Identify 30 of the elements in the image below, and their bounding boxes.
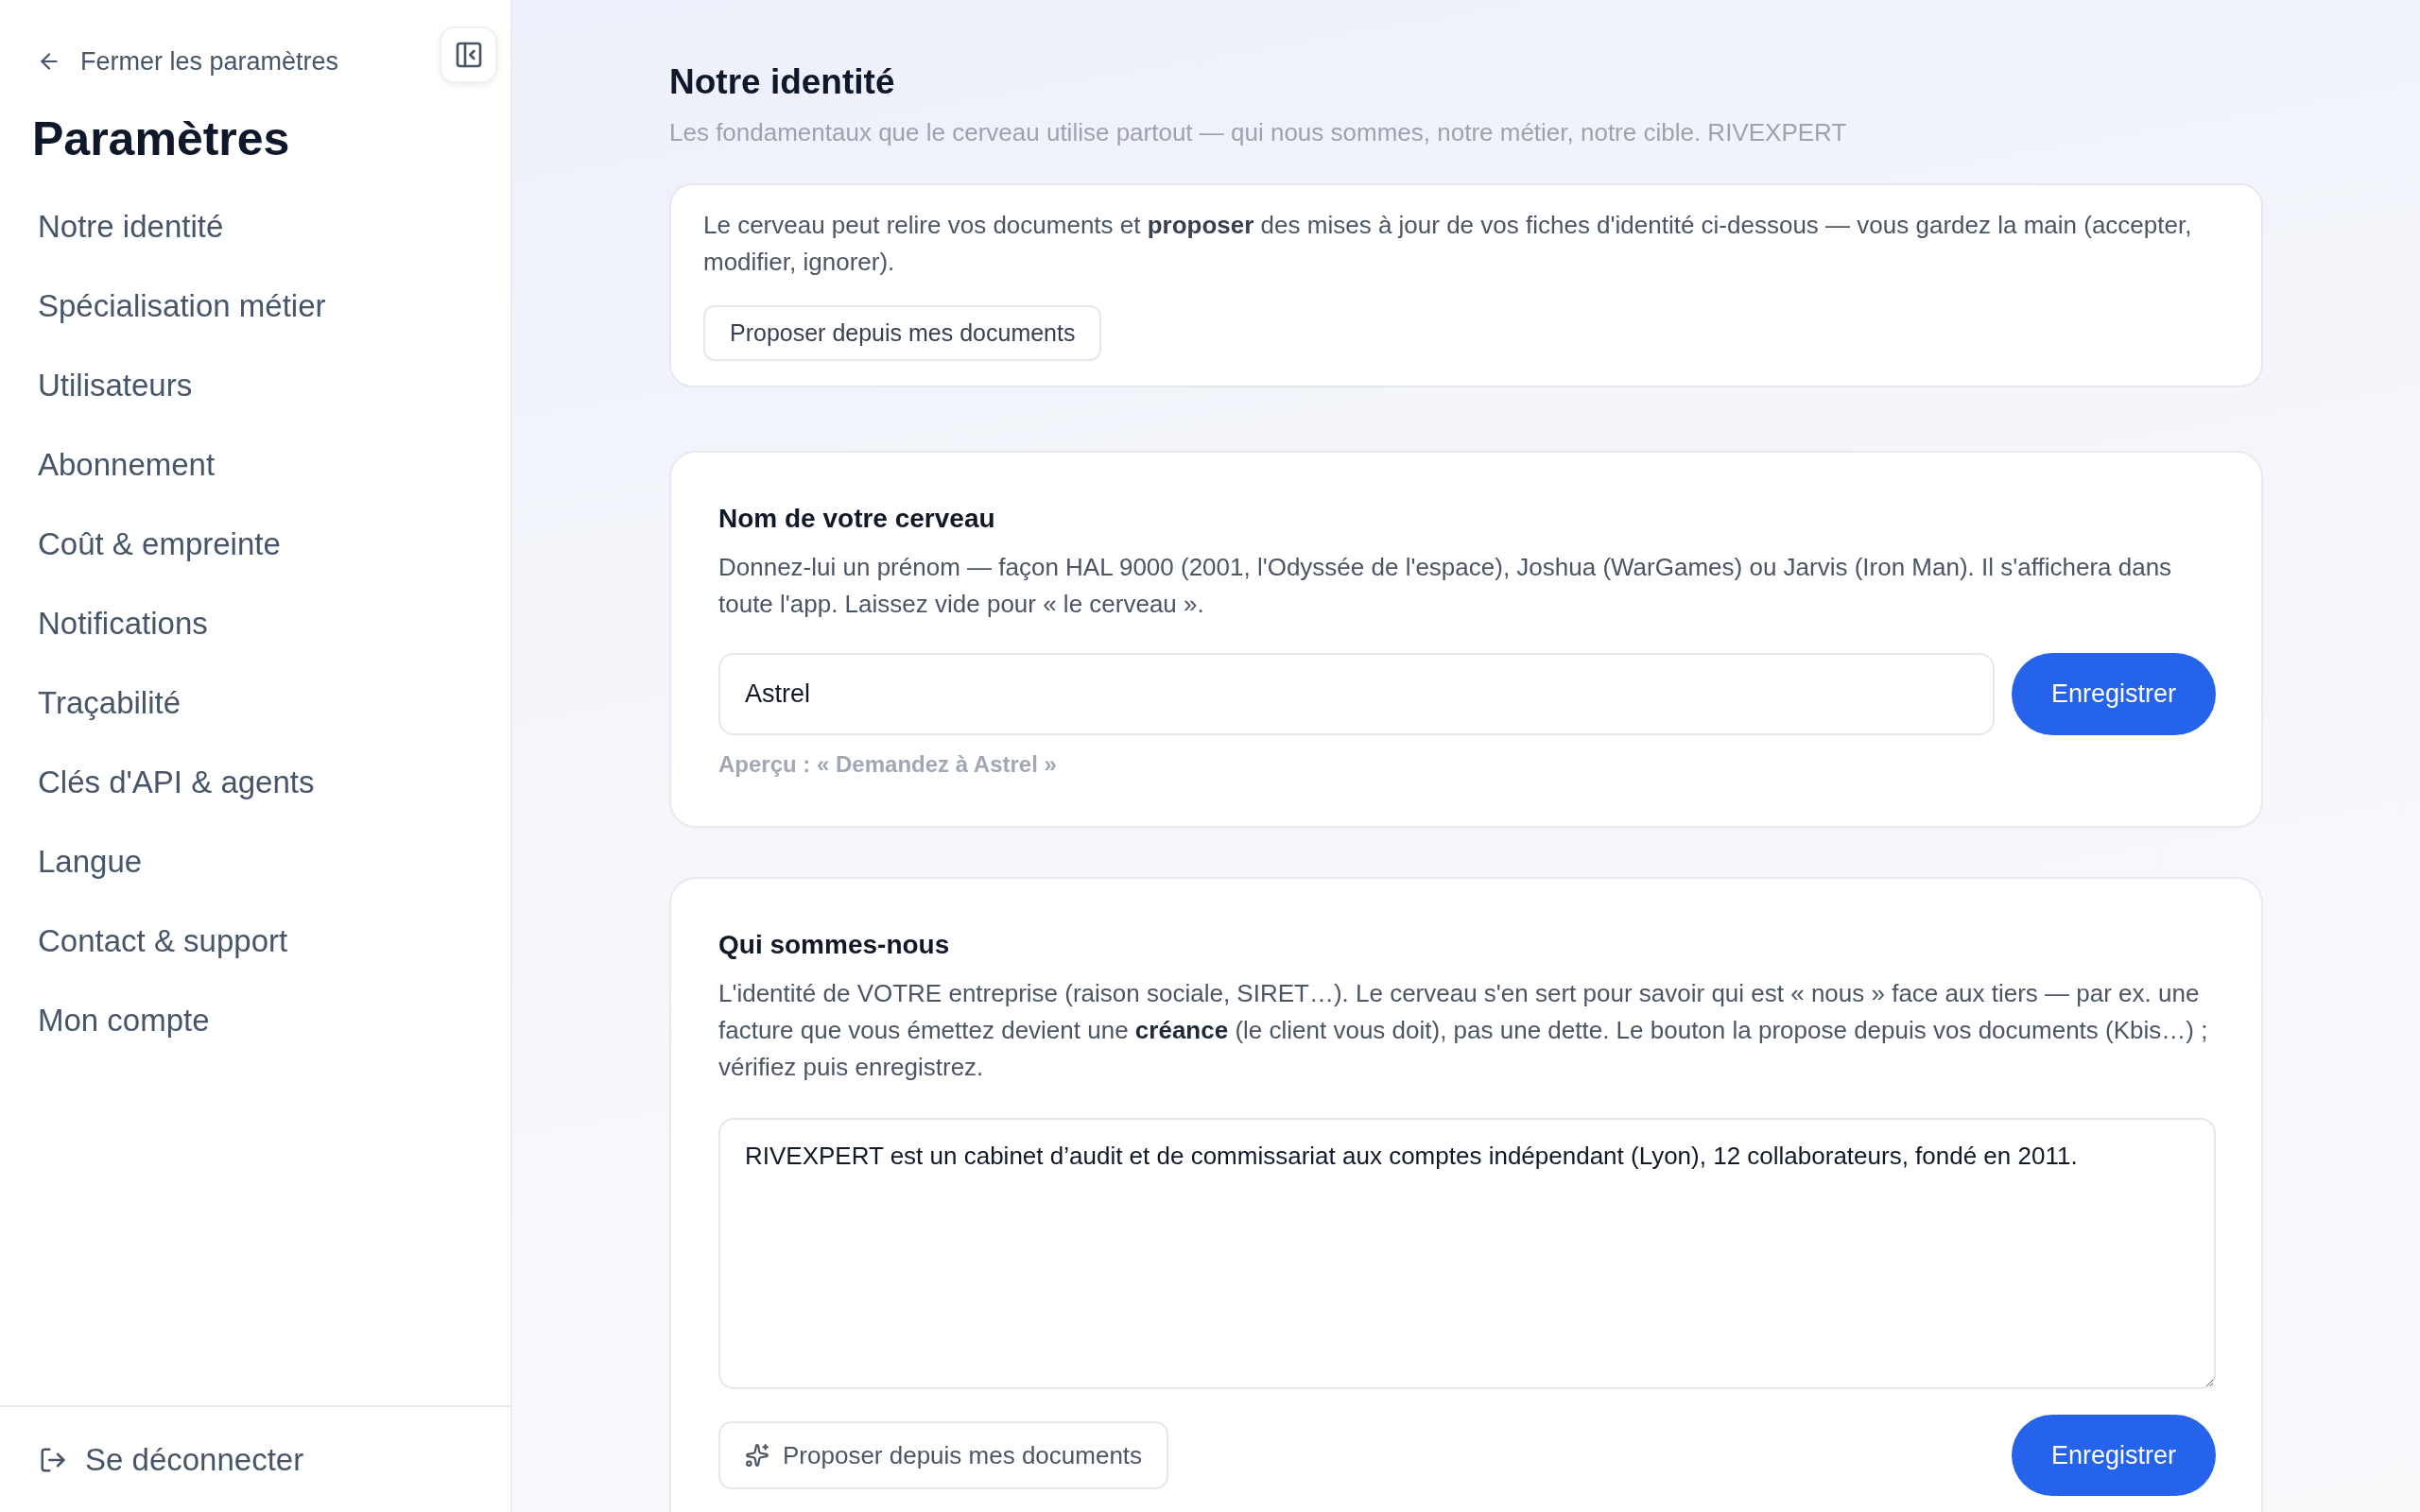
card-description: L'identité de VOTRE entreprise (raison sociale, SIRET…). Le cerveau s'en sert pour savoir qui est « nous » face aux tiers — par ex. une facture que vous émettez devient une créance (le client vous doit), pas une dette. Le bouton la propose depuis vos documents (Kbis…) ; vérifiez puis enregistrez. <box>718 978 2209 1083</box>
nav-item[interactable]: Utilisateurs <box>26 346 488 425</box>
nav-item[interactable]: Clés d'API & agents <box>26 743 488 822</box>
close-settings-link[interactable]: Fermer les paramètres <box>26 44 350 78</box>
page-title: Notre identité <box>669 61 896 103</box>
save-button[interactable]: Enregistrer <box>2012 653 2216 735</box>
nav-item[interactable]: Abonnement <box>26 425 488 505</box>
nav-item[interactable]: Mon compte <box>26 981 488 1060</box>
preview-text: Aperçu : « Demandez à Astrel » <box>718 750 1058 779</box>
name-input[interactable]: Astrel <box>718 653 1995 735</box>
propose-button[interactable]: Proposer depuis mes documents <box>718 1421 1169 1489</box>
nav-item[interactable]: Spécialisation métier <box>26 266 488 346</box>
page-subtitle: Les fondamentaux que le cerveau utilise partout — qui nous sommes, notre métier, notre cible. RIVEXPERT <box>669 117 1848 148</box>
card-title: Qui sommes-nous <box>718 929 951 961</box>
nav-item[interactable]: Notre identité <box>26 187 488 266</box>
info-text: Le cerveau peut relire vos documents et proposer des mises à jour de vos fiches d'identité ci-dessous — vous gardez la main (accepter, modifier, ignorer). <box>703 210 2193 278</box>
nav-item[interactable]: Coût & empreinte <box>26 505 488 584</box>
nav-item[interactable]: Notifications <box>26 584 488 663</box>
card-title: Nom de votre cerveau <box>718 503 996 535</box>
save-button[interactable]: Enregistrer <box>2012 1415 2216 1496</box>
card-description: Donnez-lui un prénom — façon HAL 9000 (2001, l'Odyssée de l'espace), Joshua (WarGames) ou Jarvis (Iron Man). Il s'affichera dans toute l'app. Laissez vide pour « le cerveau ». <box>718 552 2173 620</box>
nav-item[interactable]: Traçabilité <box>26 663 488 743</box>
logout-button[interactable]: Se déconnecter <box>26 1435 317 1484</box>
sparkle-icon <box>745 1443 769 1468</box>
nav-item[interactable]: Langue <box>26 822 488 902</box>
nav-item[interactable]: Contact & support <box>26 902 488 981</box>
identity-textarea[interactable]: RIVEXPERT est un cabinet d’audit et de commissariat aux comptes indépendant (Lyon), 12 collaborateurs, fondé en 2011. <box>718 1118 2216 1389</box>
collapse-sidebar-button[interactable] <box>440 26 497 83</box>
sidebar-title: Paramètres <box>31 112 291 167</box>
propose-button[interactable]: Proposer depuis mes documents <box>703 305 1102 361</box>
